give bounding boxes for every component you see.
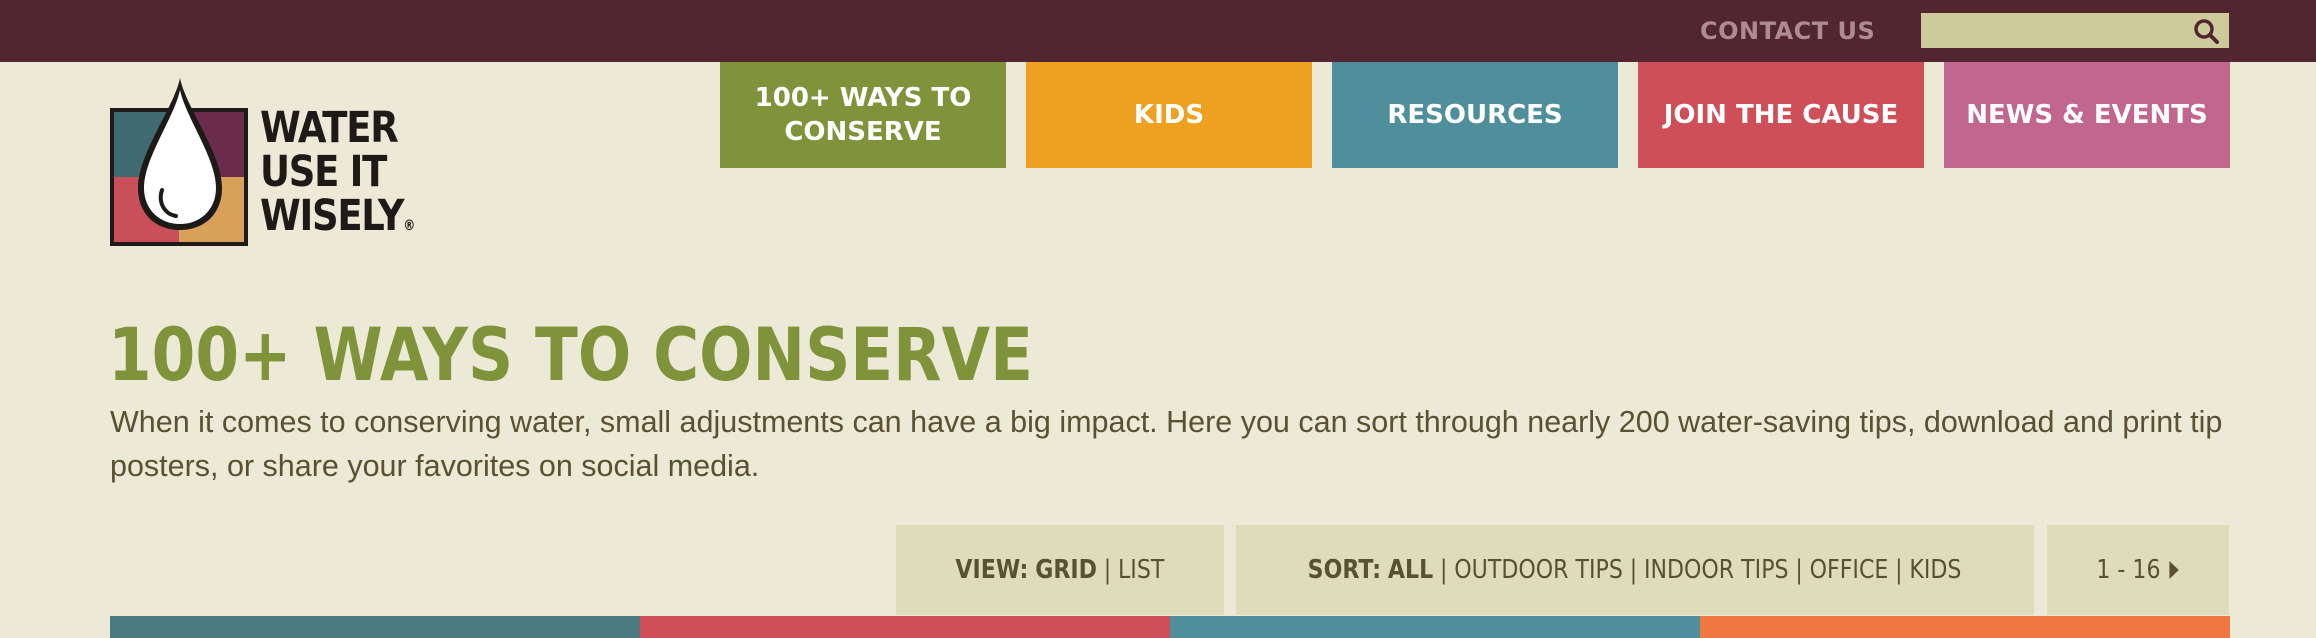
tips-grid [110, 616, 2230, 638]
nav-item-join-the-cause[interactable]: JOIN THE CAUSE [1638, 62, 1924, 168]
nav-item-label: RESOURCES [1387, 100, 1563, 130]
nav-item-label: JOIN THE CAUSE [1663, 100, 1899, 130]
separator: | [1103, 555, 1112, 585]
nav-item-label: KIDS [1133, 100, 1205, 130]
top-utility-bar: CONTACT US [0, 0, 2316, 62]
sort-office-option[interactable]: OFFICE [1810, 555, 1889, 585]
search-icon[interactable] [2193, 18, 2219, 44]
sort-all-option[interactable]: ALL [1388, 555, 1433, 585]
sort-label: SORT: [1308, 555, 1382, 585]
logo-line-3: WISELY® [260, 191, 416, 241]
sort-filter-bar: SORT: ALL | OUTDOOR TIPS | INDOOR TIPS |… [1236, 525, 2034, 615]
separator: | [1440, 555, 1448, 585]
trademark-symbol: ® [403, 218, 416, 234]
sort-outdoor-option[interactable]: OUTDOOR TIPS [1455, 555, 1624, 585]
tip-tile[interactable] [1700, 616, 2230, 638]
logo-line-1: WATER [260, 103, 399, 153]
nav-item-100-ways[interactable]: 100+ WAYS TO CONSERVE [720, 62, 1006, 168]
logo-line-2: USE IT [260, 147, 387, 197]
site-logo[interactable]: WATER USE IT WISELY® [108, 78, 415, 250]
page-range: 1 - 16 [2096, 555, 2161, 585]
view-grid-option[interactable]: GRID [1035, 555, 1097, 585]
pagination-control[interactable]: 1 - 16 [2047, 525, 2229, 615]
nav-item-resources[interactable]: RESOURCES [1332, 62, 1618, 168]
nav-item-news-events[interactable]: NEWS & EVENTS [1944, 62, 2230, 168]
nav-item-label: NEWS & EVENTS [1966, 100, 2208, 130]
sort-kids-option[interactable]: KIDS [1910, 555, 1962, 585]
contact-us-link[interactable]: CONTACT US [1700, 14, 1880, 48]
logo-wordmark: WATER USE IT WISELY® [260, 106, 415, 248]
nav-item-label: 100+ WAYS TO CONSERVE [754, 83, 972, 147]
separator: | [1630, 555, 1638, 585]
page-title: 100+ WAYS TO CONSERVE [108, 313, 1033, 398]
separator: | [1895, 555, 1904, 585]
caret-right-icon[interactable] [2168, 559, 2180, 581]
view-toggle-bar: VIEW: GRID | LIST [896, 525, 1224, 615]
intro-paragraph: When it comes to conserving water, small… [110, 405, 2223, 483]
nav-item-kids[interactable]: KIDS [1026, 62, 1312, 168]
view-list-option[interactable]: LIST [1118, 555, 1164, 585]
tip-tile[interactable] [640, 616, 1170, 638]
search-box [1921, 13, 2229, 48]
search-input[interactable] [1921, 13, 2176, 48]
tip-tile[interactable] [1170, 616, 1700, 638]
separator: | [1795, 555, 1804, 585]
water-drop-logo-icon [110, 78, 248, 246]
tip-tile[interactable] [110, 616, 640, 638]
sort-indoor-option[interactable]: INDOOR TIPS [1644, 555, 1789, 585]
view-label: VIEW: [955, 555, 1029, 585]
